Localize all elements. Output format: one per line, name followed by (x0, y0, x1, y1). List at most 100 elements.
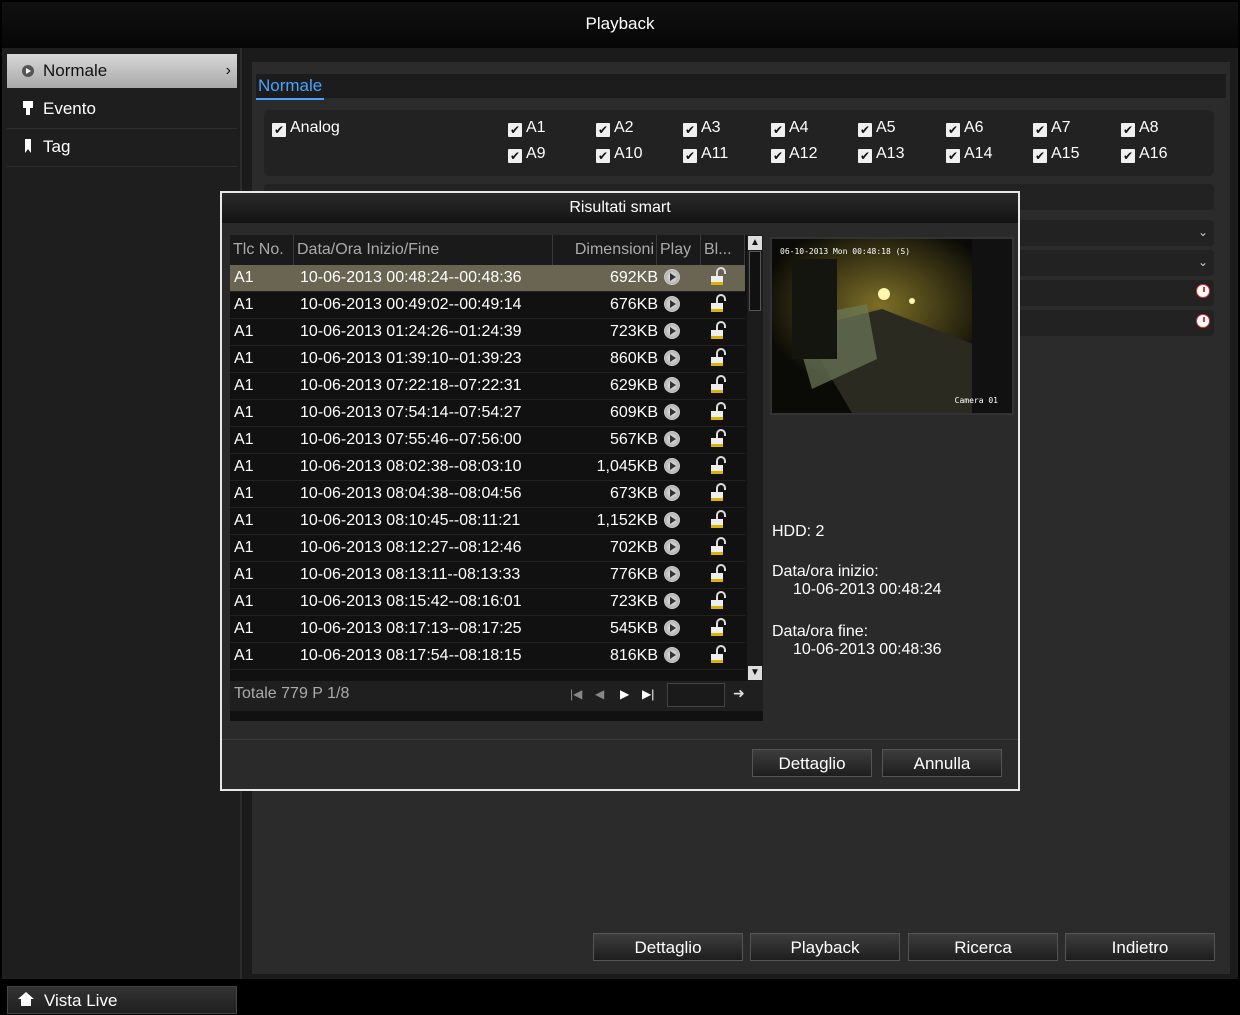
column-header-channel[interactable]: Tlc No. (230, 235, 294, 265)
play-icon[interactable] (664, 431, 680, 447)
prev-page-icon[interactable]: ◀ (595, 687, 604, 701)
column-header-lock[interactable]: Bl... (701, 235, 745, 265)
row-size: 1,045KB (596, 458, 658, 475)
play-icon[interactable] (664, 620, 680, 636)
dialog-cancel-button[interactable]: Annulla (882, 749, 1002, 777)
channel-checkbox-a13[interactable]: ✔ A13 (858, 144, 904, 164)
clock-icon[interactable] (1196, 284, 1210, 298)
scroll-up-icon[interactable]: ▲ (748, 236, 762, 250)
channel-checkbox-a8[interactable]: ✔ A8 (1121, 118, 1159, 138)
channel-checkbox-a6[interactable]: ✔ A6 (946, 118, 984, 138)
channel-checkbox-a7[interactable]: ✔ A7 (1033, 118, 1071, 138)
last-page-icon[interactable]: ▶| (642, 687, 654, 701)
channel-checkbox-a2[interactable]: ✔ A2 (596, 118, 634, 138)
play-icon[interactable] (664, 566, 680, 582)
table-row[interactable]: A1 10-06-2013 07:22:18--07:22:31 629KB (230, 373, 745, 400)
table-row[interactable]: A1 10-06-2013 08:12:27--08:12:46 702KB (230, 535, 745, 562)
unlock-icon[interactable] (708, 591, 728, 611)
play-icon[interactable] (664, 269, 680, 285)
unlock-icon[interactable] (708, 510, 728, 530)
table-row[interactable]: A1 10-06-2013 00:49:02--00:49:14 676KB (230, 292, 745, 319)
play-icon[interactable] (664, 593, 680, 609)
dropdown-select[interactable]: ⌄ (1002, 220, 1214, 246)
play-icon[interactable] (664, 404, 680, 420)
play-icon[interactable] (664, 350, 680, 366)
play-icon[interactable] (664, 539, 680, 555)
table-row[interactable]: A1 10-06-2013 00:48:24--00:48:36 692KB (230, 265, 745, 292)
scroll-down-icon[interactable]: ▼ (748, 666, 762, 680)
table-row[interactable]: A1 10-06-2013 08:10:45--08:11:21 1,152KB (230, 508, 745, 535)
channel-checkbox-a14[interactable]: ✔ A14 (946, 144, 992, 164)
table-row[interactable]: A1 10-06-2013 08:02:38--08:03:10 1,045KB (230, 454, 745, 481)
playback-button[interactable]: Playback (750, 933, 900, 961)
table-row[interactable]: A1 10-06-2013 08:17:54--08:18:15 816KB (230, 643, 745, 670)
next-page-icon[interactable]: ▶ (620, 687, 629, 701)
unlock-icon[interactable] (708, 429, 728, 449)
play-icon[interactable] (664, 377, 680, 393)
column-header-size[interactable]: Dimensioni (553, 235, 657, 265)
detail-button[interactable]: Dettaglio (593, 933, 743, 961)
clock-icon[interactable] (1196, 314, 1210, 328)
end-time-field[interactable] (1002, 310, 1214, 336)
play-icon[interactable] (664, 458, 680, 474)
table-row[interactable]: A1 10-06-2013 01:24:26--01:24:39 723KB (230, 319, 745, 346)
channel-checkbox-a16[interactable]: ✔ A16 (1121, 144, 1167, 164)
unlock-icon[interactable] (708, 348, 728, 368)
play-icon[interactable] (664, 485, 680, 501)
column-header-play[interactable]: Play (657, 235, 701, 265)
unlock-icon[interactable] (708, 618, 728, 638)
column-header-datetime[interactable]: Data/Ora Inizio/Fine (294, 235, 553, 265)
unlock-icon[interactable] (708, 375, 728, 395)
unlock-icon[interactable] (708, 483, 728, 503)
channel-checkbox-a12[interactable]: ✔ A12 (771, 144, 817, 164)
channel-checkbox-a15[interactable]: ✔ A15 (1033, 144, 1079, 164)
dialog-detail-button[interactable]: Dettaglio (752, 749, 872, 777)
table-row[interactable]: A1 10-06-2013 08:17:13--08:17:25 545KB (230, 616, 745, 643)
row-channel: A1 (234, 377, 254, 394)
channel-selector: ✔ Analog ✔ A1 ✔ A2 ✔ A3 ✔ A4 ✔ A5 ✔ A6 ✔ A7 ✔ A8 … (264, 110, 1214, 176)
channel-checkbox-a5[interactable]: ✔ A5 (858, 118, 896, 138)
channel-checkbox-a4[interactable]: ✔ A4 (771, 118, 809, 138)
unlock-icon[interactable] (708, 645, 728, 665)
channel-checkbox-a11[interactable]: ✔ A11 (683, 144, 728, 164)
table-row[interactable]: A1 10-06-2013 08:15:42--08:16:01 723KB (230, 589, 745, 616)
tab-normale[interactable]: Normale (256, 74, 325, 100)
table-row[interactable]: A1 10-06-2013 07:54:14--07:54:27 609KB (230, 400, 745, 427)
live-view-button[interactable]: Vista Live (7, 986, 237, 1014)
channel-checkbox-a10[interactable]: ✔ A10 (596, 144, 642, 164)
dropdown-select[interactable]: ⌄ (1002, 250, 1214, 276)
vertical-scrollbar[interactable]: ▲ ▼ (747, 235, 763, 681)
table-row[interactable]: A1 10-06-2013 08:13:11--08:13:33 776KB (230, 562, 745, 589)
play-icon[interactable] (664, 296, 680, 312)
unlock-icon[interactable] (708, 456, 728, 476)
table-row[interactable]: A1 10-06-2013 08:04:38--08:04:56 673KB (230, 481, 745, 508)
channel-checkbox-a3[interactable]: ✔ A3 (683, 118, 721, 138)
analog-checkbox[interactable]: ✔ Analog (272, 118, 340, 138)
unlock-icon[interactable] (708, 402, 728, 422)
channel-checkbox-a9[interactable]: ✔ A9 (508, 144, 546, 164)
unlock-icon[interactable] (708, 564, 728, 584)
unlock-icon[interactable] (708, 294, 728, 314)
start-time-label: Data/ora inizio: (772, 563, 879, 580)
sidebar-item-tag[interactable]: Tag (7, 130, 237, 164)
search-button[interactable]: Ricerca (908, 933, 1058, 961)
play-icon[interactable] (664, 512, 680, 528)
unlock-icon[interactable] (708, 267, 728, 287)
unlock-icon[interactable] (708, 321, 728, 341)
start-time-field[interactable] (1002, 280, 1214, 306)
first-page-icon[interactable]: |◀ (570, 687, 582, 701)
play-icon[interactable] (664, 323, 680, 339)
table-row[interactable]: A1 10-06-2013 01:39:10--01:39:23 860KB (230, 346, 745, 373)
pagination-bar: Totale 779 P 1/8 |◀ ◀ ▶ ▶| ➜ (230, 681, 763, 711)
row-channel: A1 (234, 593, 254, 610)
sidebar-item-evento[interactable]: Evento (7, 92, 237, 126)
page-number-input[interactable] (667, 683, 725, 707)
scroll-thumb[interactable] (749, 251, 761, 311)
back-button[interactable]: Indietro (1065, 933, 1215, 961)
table-row[interactable]: A1 10-06-2013 07:55:46--07:56:00 567KB (230, 427, 745, 454)
play-icon[interactable] (664, 647, 680, 663)
sidebar-item-normale[interactable]: Normale › (7, 54, 237, 88)
go-arrow-icon[interactable]: ➜ (733, 685, 745, 702)
unlock-icon[interactable] (708, 537, 728, 557)
channel-checkbox-a1[interactable]: ✔ A1 (508, 118, 546, 138)
